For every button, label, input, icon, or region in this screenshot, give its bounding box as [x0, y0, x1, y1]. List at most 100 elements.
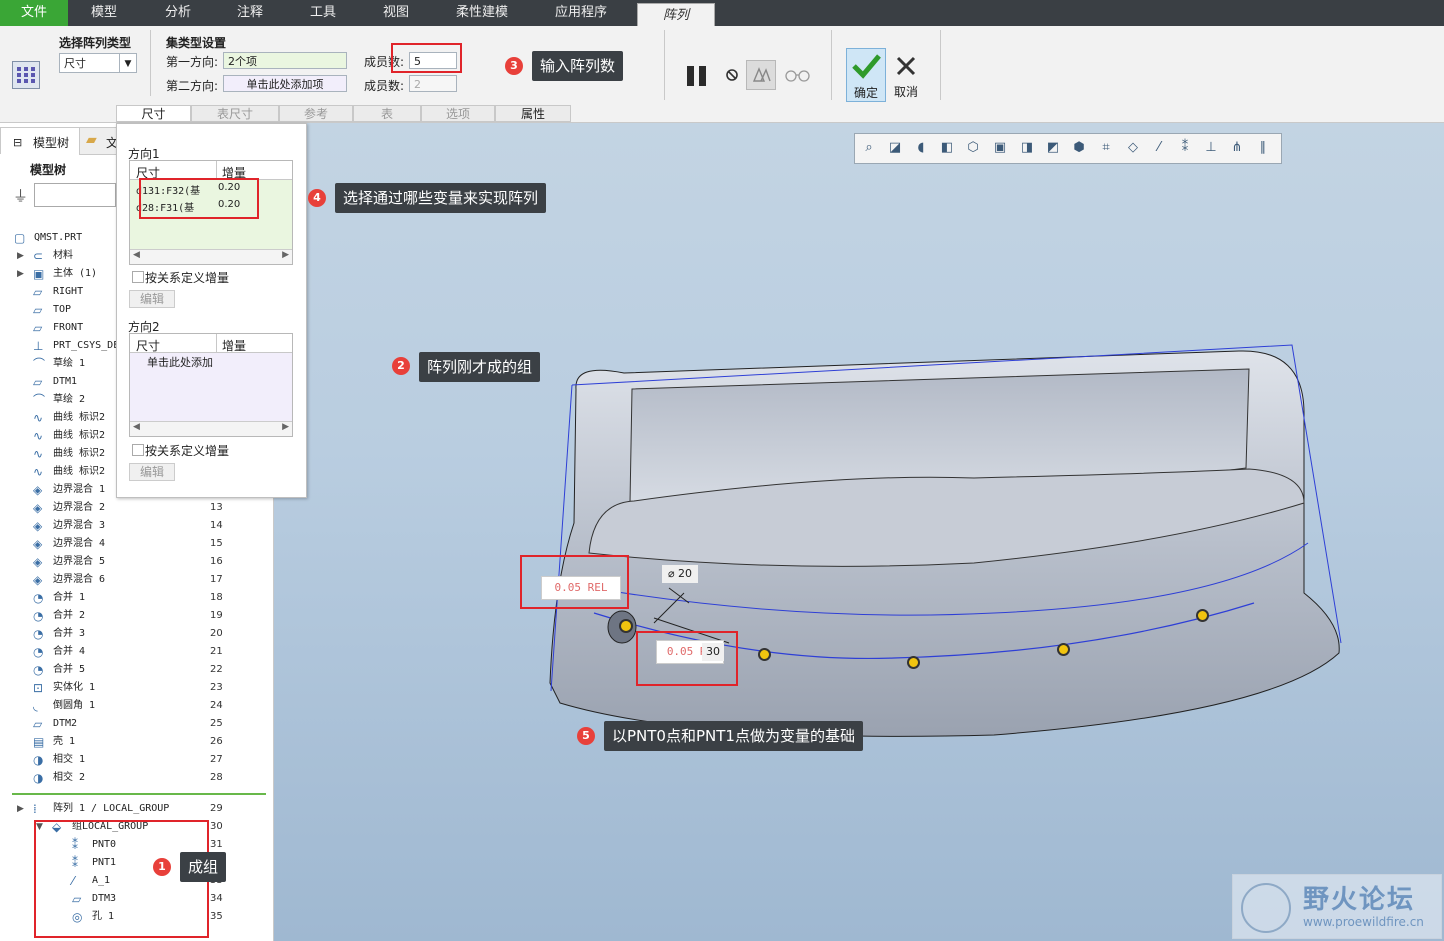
pattern-instance-marker[interactable] — [758, 648, 771, 661]
tree-item[interactable]: ◔ 合并 1 18 — [0, 589, 270, 607]
scroll-left-icon[interactable]: ◀ — [133, 250, 140, 260]
menu-tab-flexible-modeling[interactable]: 柔性建模 — [443, 0, 521, 26]
tree-item[interactable]: ⁑ PNT0 31 — [0, 836, 270, 854]
tree-item[interactable]: ⁄A_133 — [0, 872, 270, 890]
tree-item[interactable]: ⁑PNT132 — [0, 854, 270, 872]
relation-increment-checkbox-2[interactable] — [132, 444, 144, 456]
tree-item[interactable]: ◟ 倒圆角 1 24 — [0, 697, 270, 715]
dir2-add-placeholder[interactable]: 单击此处添加 — [147, 354, 213, 370]
row-increment[interactable]: 0.20 — [218, 182, 240, 193]
tree-item[interactable]: ◔ 合并 3 20 — [0, 625, 270, 643]
graphics-viewport[interactable]: 0.05 REL 0.05 RE ⌀ 20 30 野火论坛 www.proewi… — [274, 123, 1444, 941]
tree-item[interactable]: ◎ 孔 1 35 — [0, 908, 270, 926]
expand-arrow-icon[interactable]: ▶ — [17, 247, 24, 265]
dir2-members-input[interactable]: 2 — [409, 75, 457, 92]
tree-item[interactable]: ▤ 壳 1 26 — [0, 733, 270, 751]
menu-tab-applications[interactable]: 应用程序 — [542, 0, 620, 26]
pattern-origin-point[interactable] — [619, 619, 633, 633]
pause-animation-icon[interactable]: ∥ — [1255, 140, 1271, 156]
tree-item[interactable]: ◈ 边界混合 3 14 — [0, 517, 270, 535]
menu-tab-file[interactable]: 文件 — [0, 0, 68, 26]
cancel-button[interactable]: 取消 — [890, 48, 922, 100]
table-row[interactable]: d131:F32(基 — [136, 182, 200, 197]
dir1-members-input[interactable]: 5 — [409, 52, 457, 69]
scroll-right-icon[interactable]: ▶ — [282, 422, 289, 432]
offset-dimension[interactable]: 30 — [702, 643, 724, 661]
tree-item[interactable]: ▱ DTM2 25 — [0, 715, 270, 733]
glasses-icon[interactable] — [784, 67, 812, 83]
menu-tab-model[interactable]: 模型 — [70, 0, 138, 26]
plane-display-icon[interactable]: ◇ — [1125, 140, 1141, 156]
zoom-in-icon[interactable]: ◪ — [887, 140, 903, 156]
tree-item[interactable]: ▶ ⁞ 阵列 1 / LOCAL_GROUP 29 — [0, 800, 270, 818]
perspective-icon[interactable]: ◩ — [1045, 140, 1061, 156]
dir2-collector[interactable]: 单击此处添加项 — [223, 75, 347, 92]
dir1-collector[interactable]: 2个项 — [223, 52, 347, 69]
tree-item[interactable]: ◈ 边界混合 4 15 — [0, 535, 270, 553]
pattern-type-select[interactable]: 尺寸 ▼ — [59, 53, 137, 73]
edit-button-2[interactable]: 编辑 — [129, 463, 175, 481]
no-preview-icon[interactable] — [725, 68, 739, 82]
pattern-instance-marker[interactable] — [907, 656, 920, 669]
subtab-references[interactable]: 参考 — [279, 105, 353, 122]
refit-icon[interactable]: ⌕ — [861, 140, 877, 156]
section-icon[interactable]: ⬢ — [1071, 140, 1087, 156]
scroll-right-icon[interactable]: ▶ — [282, 250, 289, 260]
point-display-icon[interactable]: ⁑ — [1177, 140, 1193, 156]
table-row[interactable]: d28:F31(基 — [136, 199, 194, 214]
annotation-display-icon[interactable]: ⌗ — [1098, 140, 1114, 156]
repaint-icon[interactable]: ◧ — [939, 140, 955, 156]
tab-model-tree[interactable]: ⊟ 模型树 — [0, 127, 80, 154]
tree-item[interactable]: ▼ ⬙ 组LOCAL_GROUP 30 — [0, 818, 270, 836]
menu-tab-annotate[interactable]: 注释 — [216, 0, 284, 26]
increment-dimension-1[interactable]: 0.05 REL — [541, 576, 621, 600]
menu-tab-view[interactable]: 视图 — [362, 0, 430, 26]
tree-item[interactable]: ▱ DTM3 34 — [0, 890, 270, 908]
edit-button[interactable]: 编辑 — [129, 290, 175, 308]
expand-arrow-icon[interactable]: ▶ — [17, 265, 24, 283]
spin-center-icon[interactable]: ⋔ — [1229, 140, 1245, 156]
menu-tab-pattern[interactable]: 阵列 — [637, 3, 715, 27]
expand-arrow-icon[interactable]: ▶ — [17, 800, 24, 818]
subtab-properties[interactable]: 属性 — [495, 105, 571, 122]
tree-item[interactable]: ◈ 边界混合 2 13 — [0, 499, 270, 517]
tree-item[interactable]: ◑ 相交 1 27 — [0, 751, 270, 769]
axis-display-icon[interactable]: ⁄ — [1151, 140, 1167, 156]
scroll-left-icon[interactable]: ◀ — [133, 422, 140, 432]
pattern-instance-marker[interactable] — [1196, 609, 1209, 622]
zoom-out-icon[interactable]: ◖ — [913, 140, 929, 156]
tree-search-input[interactable] — [34, 183, 116, 207]
display-style-icon[interactable]: ⬡ — [965, 140, 981, 156]
csys-display-icon[interactable]: ⊥ — [1203, 140, 1219, 156]
horizontal-scrollbar[interactable]: ◀ ▶ — [130, 249, 292, 264]
pattern-instance-marker[interactable] — [1057, 643, 1070, 656]
diameter-dimension[interactable]: ⌀ 20 — [662, 565, 698, 583]
pattern-type-icon[interactable] — [12, 61, 40, 89]
filter-icon[interactable]: ⏚ — [13, 185, 28, 206]
dir2-dimension-table[interactable]: 尺寸 增量 单击此处添加 ◀ ▶ — [129, 333, 293, 437]
subtab-tables[interactable]: 表 — [353, 105, 421, 122]
chevron-down-icon[interactable]: ▼ — [119, 54, 136, 72]
tree-item[interactable]: ◔ 合并 2 19 — [0, 607, 270, 625]
dir1-dimension-table[interactable]: 尺寸 增量 d131:F32(基 0.20 d28:F31(基 0.20 ◀ ▶ — [129, 160, 293, 265]
collapse-arrow-icon[interactable]: ▼ — [36, 818, 43, 836]
tree-item[interactable]: ◈ 边界混合 6 17 — [0, 571, 270, 589]
tree-item[interactable]: ◑ 相交 2 28 — [0, 769, 270, 787]
verify-feature-icon[interactable] — [746, 60, 776, 90]
row-increment[interactable]: 0.20 — [218, 199, 240, 210]
subtab-options[interactable]: 选项 — [421, 105, 495, 122]
relation-increment-checkbox[interactable] — [132, 271, 144, 283]
horizontal-scrollbar[interactable]: ◀ ▶ — [130, 421, 292, 436]
tree-item[interactable]: ◈ 边界混合 5 16 — [0, 553, 270, 571]
tree-item[interactable]: ◔ 合并 5 22 — [0, 661, 270, 679]
tree-item[interactable]: ◔ 合并 4 21 — [0, 643, 270, 661]
tree-item[interactable]: ⊡ 实体化 1 23 — [0, 679, 270, 697]
pause-icon[interactable] — [686, 65, 710, 87]
saved-views-icon[interactable]: ▣ — [992, 140, 1008, 156]
view-manager-icon[interactable]: ◨ — [1019, 140, 1035, 156]
ok-button[interactable]: 确定 — [846, 48, 886, 102]
subtab-table-dimensions[interactable]: 表尺寸 — [191, 105, 279, 122]
menu-tab-tools[interactable]: 工具 — [289, 0, 357, 26]
tab-folder-browser[interactable]: ▰ 文 — [79, 127, 121, 155]
menu-tab-analysis[interactable]: 分析 — [144, 0, 212, 26]
